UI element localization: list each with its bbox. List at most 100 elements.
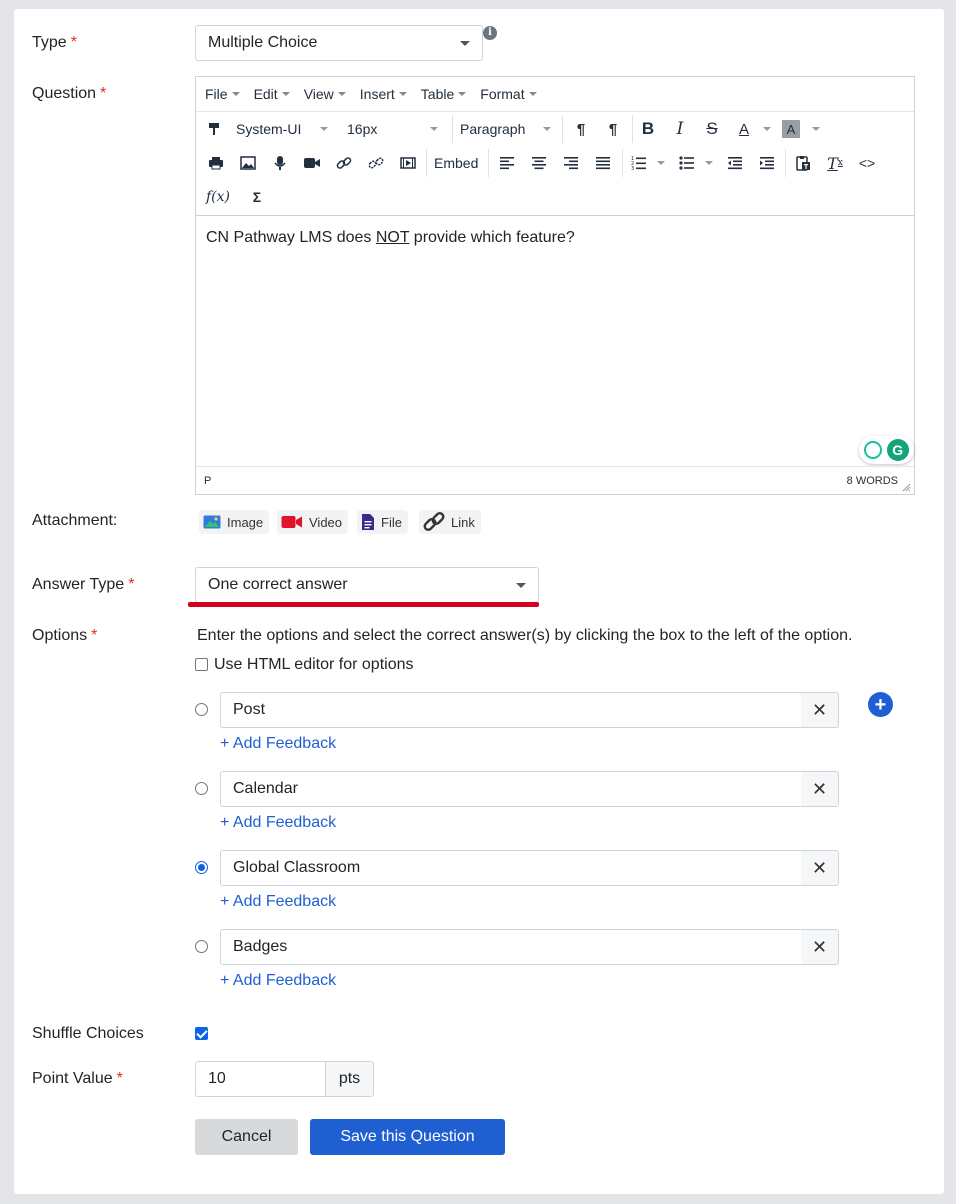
attach-image-button[interactable]: Image <box>199 510 270 534</box>
editor-content[interactable]: CN Pathway LMS does NOT provide which fe… <box>206 229 575 247</box>
image-icon[interactable] <box>238 153 258 173</box>
lightbulb-icon <box>864 441 883 459</box>
menu-table[interactable]: Table <box>421 86 467 102</box>
chevron-down-icon <box>281 92 290 96</box>
chevron-down-icon <box>528 92 537 96</box>
outdent-icon[interactable] <box>724 153 746 173</box>
menu-insert[interactable]: Insert <box>360 86 407 102</box>
numbered-list-icon[interactable]: 123 <box>628 153 650 173</box>
answer-type-select[interactable]: One correct answer <box>195 567 539 603</box>
microphone-icon[interactable] <box>270 153 290 173</box>
formula-button[interactable]: f(x) <box>206 187 230 207</box>
option-input[interactable]: Calendar <box>220 771 802 807</box>
align-center-icon[interactable] <box>528 153 550 173</box>
menu-edit[interactable]: Edit <box>254 86 290 102</box>
option-radio[interactable] <box>195 940 208 953</box>
question-label: Question * <box>32 85 106 103</box>
rtl-icon[interactable]: ¶ <box>602 119 624 139</box>
content-text: provide which feature? <box>409 229 575 246</box>
remove-option-button[interactable]: ✕ <box>801 771 839 807</box>
toolbar-divider <box>452 115 453 143</box>
bold-icon[interactable]: B <box>637 119 659 139</box>
link-icon <box>423 512 445 532</box>
file-icon <box>361 513 375 531</box>
align-right-icon[interactable] <box>560 153 582 173</box>
attach-link-button[interactable]: Link <box>419 510 481 534</box>
unlink-icon[interactable] <box>366 153 386 173</box>
background-color-icon[interactable]: A <box>782 120 800 138</box>
add-feedback-link[interactable]: + Add Feedback <box>220 893 336 911</box>
option-radio[interactable] <box>195 782 208 795</box>
italic-icon[interactable]: I <box>669 119 691 139</box>
add-feedback-link[interactable]: + Add Feedback <box>220 735 336 753</box>
menu-label: Format <box>480 86 525 102</box>
option-input[interactable]: Badges <box>220 929 802 965</box>
word-count[interactable]: 8 WORDS <box>847 475 898 487</box>
resize-handle-icon[interactable] <box>901 482 911 492</box>
menu-view[interactable]: View <box>304 86 346 102</box>
info-icon[interactable]: i <box>483 26 497 40</box>
strikethrough-icon[interactable]: S <box>701 119 723 139</box>
ltr-icon[interactable]: ¶ <box>570 119 592 139</box>
video-icon[interactable] <box>302 153 322 173</box>
media-icon[interactable] <box>398 153 418 173</box>
attach-label: Link <box>451 514 475 530</box>
toolbar-divider <box>785 149 786 177</box>
option-radio-selected[interactable] <box>195 861 208 874</box>
sigma-button[interactable]: Σ <box>248 187 266 207</box>
text-color-icon[interactable]: A <box>733 119 755 139</box>
chevron-down-icon <box>337 92 346 96</box>
clear-formatting-icon[interactable]: Tx <box>824 153 846 173</box>
format-painter-icon[interactable] <box>204 119 224 139</box>
html-editor-label[interactable]: Use HTML editor for options <box>214 656 413 674</box>
remove-option-button[interactable]: ✕ <box>801 929 839 965</box>
chevron-down-icon <box>460 41 470 46</box>
save-question-button[interactable]: Save this Question <box>310 1119 505 1155</box>
shuffle-choices-checkbox[interactable] <box>195 1027 208 1040</box>
element-path[interactable]: P <box>204 475 211 487</box>
cancel-button[interactable]: Cancel <box>195 1119 298 1155</box>
embed-button[interactable]: Embed <box>434 153 478 173</box>
chevron-down-icon <box>812 127 820 131</box>
add-option-button[interactable]: + <box>868 692 893 717</box>
option-input[interactable]: Post <box>220 692 802 728</box>
print-icon[interactable] <box>206 153 226 173</box>
add-feedback-link[interactable]: + Add Feedback <box>220 972 336 990</box>
menu-file[interactable]: File <box>205 86 240 102</box>
type-label: Type * <box>32 34 77 52</box>
block-format-select[interactable]: Paragraph <box>460 119 525 139</box>
font-family-select[interactable]: System-UI <box>236 119 301 139</box>
remove-option-button[interactable]: ✕ <box>801 692 839 728</box>
answer-type-value: One correct answer <box>208 576 348 593</box>
paste-text-icon[interactable] <box>792 153 814 173</box>
options-instructions: Enter the options and select the correct… <box>197 627 853 644</box>
point-value-text: 10 <box>208 1070 226 1087</box>
point-value-input[interactable]: 10 <box>195 1061 326 1097</box>
bullet-list-icon[interactable] <box>676 153 698 173</box>
add-feedback-link[interactable]: + Add Feedback <box>220 814 336 832</box>
grammarly-widget[interactable]: G <box>859 436 914 464</box>
svg-text:3: 3 <box>631 166 634 171</box>
option-text: Post <box>233 701 266 718</box>
type-select[interactable]: Multiple Choice <box>195 25 483 61</box>
link-icon[interactable] <box>334 153 354 173</box>
menu-format[interactable]: Format <box>480 86 537 102</box>
answer-type-label-text: Answer Type <box>32 576 125 593</box>
option-input[interactable]: Global Classroom <box>220 850 802 886</box>
html-editor-checkbox[interactable] <box>195 658 208 671</box>
option-radio[interactable] <box>195 703 208 716</box>
content-text: CN Pathway LMS does <box>206 229 376 246</box>
chevron-down-icon <box>430 127 438 131</box>
align-justify-icon[interactable] <box>592 153 614 173</box>
indent-icon[interactable] <box>756 153 778 173</box>
required-mark: * <box>116 1070 123 1087</box>
attach-file-button[interactable]: File <box>357 510 408 534</box>
align-left-icon[interactable] <box>496 153 518 173</box>
source-code-icon[interactable]: <> <box>856 153 878 173</box>
point-value-label-text: Point Value <box>32 1070 113 1087</box>
font-size-select[interactable]: 16px <box>347 119 377 139</box>
highlight-underline <box>188 602 539 607</box>
remove-option-button[interactable]: ✕ <box>801 850 839 886</box>
menu-label: Insert <box>359 86 395 102</box>
attach-video-button[interactable]: Video <box>277 510 349 534</box>
